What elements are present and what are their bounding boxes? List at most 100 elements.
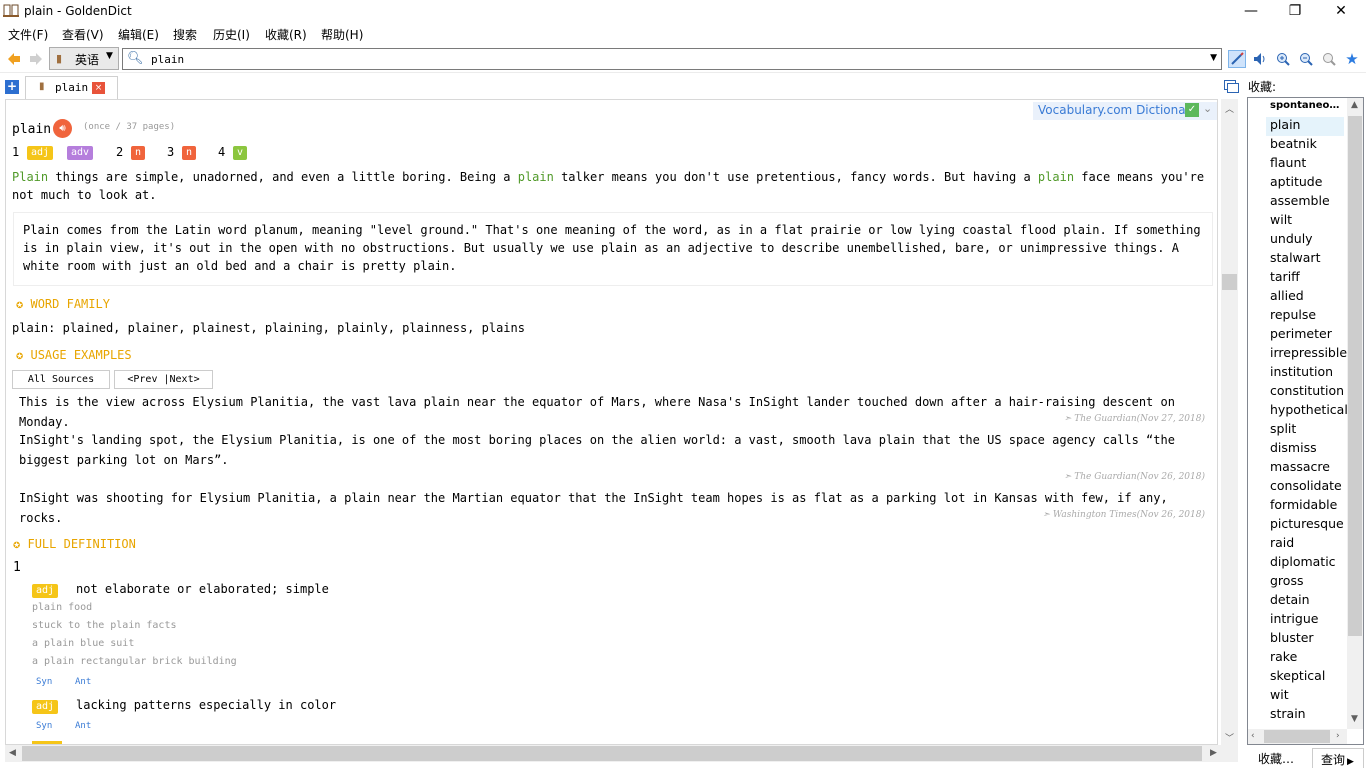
chevron-right-icon[interactable]: ▶: [1210, 748, 1217, 758]
antonyms-link[interactable]: Ant: [75, 677, 91, 687]
star-icon[interactable]: ★: [1343, 50, 1361, 68]
menu-edit[interactable]: 编辑(E): [118, 26, 159, 43]
zoom-in-icon[interactable]: [1274, 50, 1292, 68]
zoom-out-icon[interactable]: [1297, 50, 1315, 68]
list-item[interactable]: perimeter: [1270, 326, 1332, 341]
chevron-up-icon[interactable]: ︿: [1225, 102, 1234, 115]
speaker-icon[interactable]: 🔊︎: [53, 119, 72, 138]
list-item[interactable]: tariff: [1270, 269, 1300, 284]
list-item[interactable]: bluster: [1270, 630, 1314, 645]
usage-example: This is the view across Elysium Planitia…: [19, 395, 1175, 429]
menu-view[interactable]: 查看(V): [62, 26, 104, 43]
menu-file[interactable]: 文件(F): [8, 26, 48, 43]
list-item[interactable]: gross: [1270, 573, 1303, 588]
pos-badge-n[interactable]: n: [131, 146, 146, 160]
minimize-button[interactable]: —: [1228, 0, 1274, 24]
menu-history[interactable]: 历史(I): [213, 26, 250, 43]
list-item[interactable]: strain: [1270, 706, 1306, 721]
list-item[interactable]: wit: [1270, 687, 1289, 702]
book-icon: ▮: [39, 81, 45, 92]
scroll-thumb[interactable]: [22, 746, 1202, 761]
close-tab-icon[interactable]: ×: [92, 82, 105, 94]
list-item[interactable]: hypothetical: [1270, 402, 1348, 417]
scan-popup-icon[interactable]: [1228, 50, 1246, 68]
list-item[interactable]: raid: [1270, 535, 1294, 550]
list-item[interactable]: dismiss: [1270, 440, 1317, 455]
search-input[interactable]: [151, 51, 1191, 67]
chevron-down-icon[interactable]: ﹀: [1225, 731, 1234, 744]
pos-badge-adj[interactable]: adj: [27, 146, 54, 160]
pronounce-icon[interactable]: [1251, 50, 1269, 68]
example-source: ➣ The Guardian(Nov 27, 2018): [1063, 414, 1205, 424]
forward-icon[interactable]: [27, 50, 45, 68]
chevron-left-icon[interactable]: ‹: [1251, 731, 1255, 741]
menu-help[interactable]: 帮助(H): [321, 26, 363, 43]
chevron-left-icon[interactable]: ◀: [9, 748, 16, 758]
headword: plain: [12, 122, 52, 137]
zoom-reset-icon[interactable]: [1320, 50, 1338, 68]
list-item[interactable]: unduly: [1270, 231, 1313, 246]
add-tab-button[interactable]: +: [5, 80, 19, 94]
article-horizontal-scrollbar[interactable]: ◀ ▶: [5, 745, 1238, 762]
pos-badge-adv[interactable]: adv: [67, 146, 94, 160]
list-item[interactable]: formidable: [1270, 497, 1337, 512]
prev-next-button[interactable]: <Prev |Next>: [114, 370, 213, 389]
list-item[interactable]: intrigue: [1270, 611, 1318, 626]
antonyms-link[interactable]: Ant: [75, 721, 91, 731]
list-item[interactable]: split: [1270, 421, 1296, 436]
pos-badge-v[interactable]: v: [233, 146, 248, 160]
synonyms-link[interactable]: Syn: [36, 721, 52, 731]
usage-section: ✪ USAGE EXAMPLES: [16, 348, 132, 362]
dictionary-badge[interactable]: Vocabulary.com Dictionary ✓ ⌄: [1033, 102, 1217, 120]
scroll-thumb[interactable]: [1264, 730, 1330, 743]
chevron-down-icon[interactable]: ▼: [1351, 714, 1358, 724]
favorites-vertical-scrollbar[interactable]: ▲ ▼: [1347, 98, 1363, 729]
list-item[interactable]: diplomatic: [1270, 554, 1336, 569]
list-item[interactable]: repulse: [1270, 307, 1316, 322]
chevron-down-icon[interactable]: ⌄: [1203, 102, 1212, 115]
pos-badge-n[interactable]: n: [182, 146, 197, 160]
tab-favorites[interactable]: 收藏…: [1258, 750, 1294, 767]
synonyms-link[interactable]: Syn: [36, 677, 52, 687]
list-item[interactable]: stalwart: [1270, 250, 1320, 265]
tab-search[interactable]: 查询 ▶: [1312, 748, 1364, 768]
list-item[interactable]: picturesque: [1270, 516, 1344, 531]
list-item[interactable]: allied: [1270, 288, 1304, 303]
list-item[interactable]: irrepressible: [1270, 345, 1347, 360]
article-vertical-scrollbar[interactable]: ︿ ﹀: [1221, 99, 1238, 745]
definition-text: not elaborate or elaborated; simple: [76, 582, 329, 596]
scroll-thumb[interactable]: [1222, 274, 1237, 290]
restore-button[interactable]: ❐: [1272, 0, 1318, 24]
sense-number-1: 1: [12, 145, 20, 159]
favorites-title: 收藏:: [1248, 80, 1277, 94]
scroll-thumb[interactable]: [1348, 116, 1362, 636]
menu-search[interactable]: 搜索: [173, 26, 197, 43]
book-icon: ▮: [56, 52, 63, 65]
dock-icon[interactable]: [1224, 80, 1239, 93]
all-sources-button[interactable]: All Sources: [12, 370, 110, 389]
list-item[interactable]: constitution: [1270, 383, 1344, 398]
chevron-up-icon[interactable]: ▲: [1351, 100, 1358, 110]
back-icon[interactable]: [5, 50, 23, 68]
list-item[interactable]: flaunt: [1270, 155, 1306, 170]
menu-favorites[interactable]: 收藏(R): [265, 26, 307, 43]
tab-plain[interactable]: ▮ plain ×: [25, 76, 118, 99]
chevron-right-icon[interactable]: ›: [1336, 731, 1340, 741]
list-item[interactable]: beatnik: [1270, 136, 1317, 151]
list-item[interactable]: assemble: [1270, 193, 1330, 208]
chevron-down-icon[interactable]: ▼: [1210, 53, 1217, 63]
list-item[interactable]: spontaneo…: [1270, 100, 1339, 111]
list-item-selected[interactable]: plain: [1266, 117, 1344, 136]
list-item[interactable]: consolidate: [1270, 478, 1342, 493]
list-item[interactable]: wilt: [1270, 212, 1292, 227]
dictionary-group-select[interactable]: ▮ 英语 ▼: [49, 47, 119, 70]
list-item[interactable]: massacre: [1270, 459, 1330, 474]
favorites-horizontal-scrollbar[interactable]: ‹ ›: [1248, 729, 1347, 744]
list-item[interactable]: institution: [1270, 364, 1333, 379]
word-family-line: plain: plained, plainer, plainest, plain…: [12, 321, 525, 335]
list-item[interactable]: rake: [1270, 649, 1297, 664]
close-button[interactable]: ✕: [1318, 0, 1364, 24]
list-item[interactable]: aptitude: [1270, 174, 1322, 189]
list-item[interactable]: detain: [1270, 592, 1310, 607]
list-item[interactable]: skeptical: [1270, 668, 1325, 683]
